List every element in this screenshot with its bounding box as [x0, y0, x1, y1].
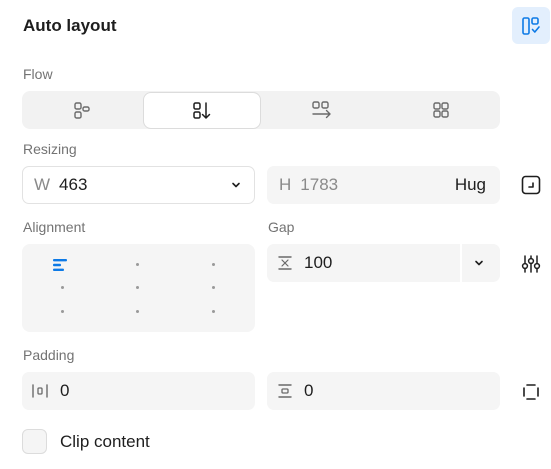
layout-check-icon	[522, 16, 540, 35]
padding-horizontal-icon	[31, 383, 49, 399]
flow-vertical-option[interactable]	[143, 92, 261, 129]
gap-dropdown-button[interactable]	[473, 257, 485, 269]
align-middle-right-dot[interactable]	[212, 286, 215, 289]
horizontal-padding-value: 0	[60, 381, 70, 400]
padding-vertical-icon	[277, 383, 293, 399]
align-top-left-icon[interactable]	[52, 257, 70, 273]
flow-grid-option[interactable]	[381, 91, 500, 129]
resizing-label: Resizing	[23, 141, 77, 157]
resize-to-fit-button[interactable]	[520, 174, 542, 196]
width-field[interactable]: W 463	[22, 166, 255, 204]
individual-padding-icon	[523, 384, 539, 400]
align-top-right-dot[interactable]	[212, 263, 215, 266]
flow-wrap-option[interactable]	[22, 91, 141, 129]
height-field[interactable]: H 1783 Hug	[267, 166, 500, 204]
height-value: 1783	[300, 175, 339, 194]
arrow-right-icon	[311, 101, 331, 119]
grid-icon	[432, 102, 449, 118]
alignment-grid[interactable]	[22, 244, 255, 332]
layout-guide-toggle-button[interactable]	[512, 7, 550, 44]
chevron-down-icon[interactable]	[230, 179, 242, 191]
height-prefix: H	[279, 175, 292, 194]
panel-title: Auto layout	[23, 16, 117, 35]
flow-wrap-icon	[73, 102, 90, 119]
alignment-label: Alignment	[23, 219, 86, 235]
flow-horizontal-option[interactable]	[262, 91, 381, 129]
gap-value: 100	[304, 253, 333, 272]
flow-segmented-control	[22, 91, 500, 129]
width-value: 463	[59, 175, 88, 194]
align-top-center-dot[interactable]	[136, 263, 139, 266]
advanced-settings-button[interactable]	[520, 253, 542, 275]
flow-label: Flow	[23, 66, 53, 82]
horizontal-padding-field[interactable]: 0	[22, 372, 255, 410]
gap-label: Gap	[268, 219, 295, 235]
sliders-icon	[521, 255, 541, 273]
align-bottom-center-dot[interactable]	[136, 310, 139, 313]
width-prefix: W	[34, 175, 51, 194]
vertical-padding-field[interactable]: 0	[267, 372, 500, 410]
chevron-down-icon	[475, 260, 483, 266]
gap-divider	[460, 244, 462, 282]
vertical-padding-value: 0	[304, 381, 314, 400]
align-middle-center-dot[interactable]	[136, 286, 139, 289]
arrow-down-icon	[193, 101, 211, 119]
height-mode: Hug	[454, 175, 486, 194]
padding-label: Padding	[23, 347, 75, 363]
gap-vertical-icon	[277, 255, 293, 271]
align-bottom-left-dot[interactable]	[61, 310, 64, 313]
align-middle-left-dot[interactable]	[61, 286, 64, 289]
clip-content-checkbox[interactable]	[22, 429, 47, 454]
clip-content-label[interactable]: Clip content	[60, 432, 150, 452]
gap-field[interactable]: 100	[267, 244, 500, 282]
align-bottom-right-dot[interactable]	[212, 310, 215, 313]
resize-fit-icon	[521, 175, 541, 195]
individual-padding-button[interactable]	[520, 381, 542, 403]
